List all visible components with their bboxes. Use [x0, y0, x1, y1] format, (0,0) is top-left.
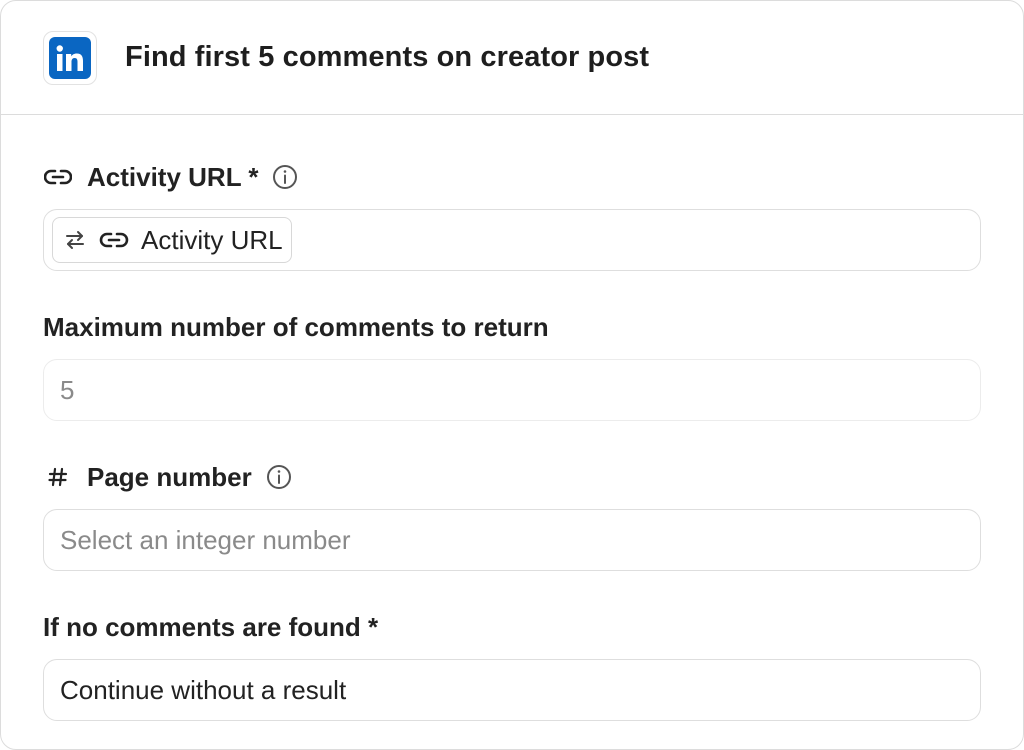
max-comments-label-row: Maximum number of comments to return — [43, 309, 981, 345]
activity-url-variable-chip[interactable]: Activity URL — [52, 217, 292, 263]
app-logo-frame — [43, 30, 97, 85]
max-comments-section: Maximum number of comments to return 5 — [43, 309, 981, 421]
swap-icon — [63, 228, 87, 252]
info-icon[interactable] — [272, 164, 298, 190]
no-comments-value: Continue without a result — [60, 674, 347, 705]
action-card: Find first 5 comments on creator post Ac… — [0, 0, 1024, 750]
no-comments-section: If no comments are found * Continue with… — [43, 609, 981, 721]
page-number-section: Page number Select an integer number — [43, 459, 981, 571]
info-icon[interactable] — [266, 464, 292, 490]
form-body: Activity URL * Activity URL Maximum numb… — [1, 159, 1023, 721]
page-title: Find first 5 comments on creator post — [125, 41, 650, 73]
no-comments-select[interactable]: Continue without a result — [43, 659, 981, 721]
linkedin-icon — [49, 36, 91, 79]
max-comments-label: Maximum number of comments to return — [43, 311, 549, 342]
no-comments-label-row: If no comments are found * — [43, 609, 981, 645]
activity-url-label: Activity URL * — [87, 161, 259, 192]
activity-url-section: Activity URL * Activity URL — [43, 159, 981, 271]
max-comments-value: 5 — [60, 374, 75, 405]
page-number-label: Page number — [87, 461, 252, 492]
activity-url-field[interactable]: Activity URL — [43, 209, 981, 271]
max-comments-input[interactable]: 5 — [43, 359, 981, 421]
chip-label: Activity URL — [141, 224, 283, 255]
hash-icon — [43, 466, 73, 488]
activity-url-label-row: Activity URL * — [43, 159, 981, 195]
link-icon — [43, 168, 73, 186]
page-number-placeholder: Select an integer number — [60, 524, 351, 555]
card-header: Find first 5 comments on creator post — [1, 1, 1023, 115]
no-comments-label: If no comments are found * — [43, 611, 379, 642]
page-number-input[interactable]: Select an integer number — [43, 509, 981, 571]
link-icon — [99, 231, 129, 249]
page-number-label-row: Page number — [43, 459, 981, 495]
